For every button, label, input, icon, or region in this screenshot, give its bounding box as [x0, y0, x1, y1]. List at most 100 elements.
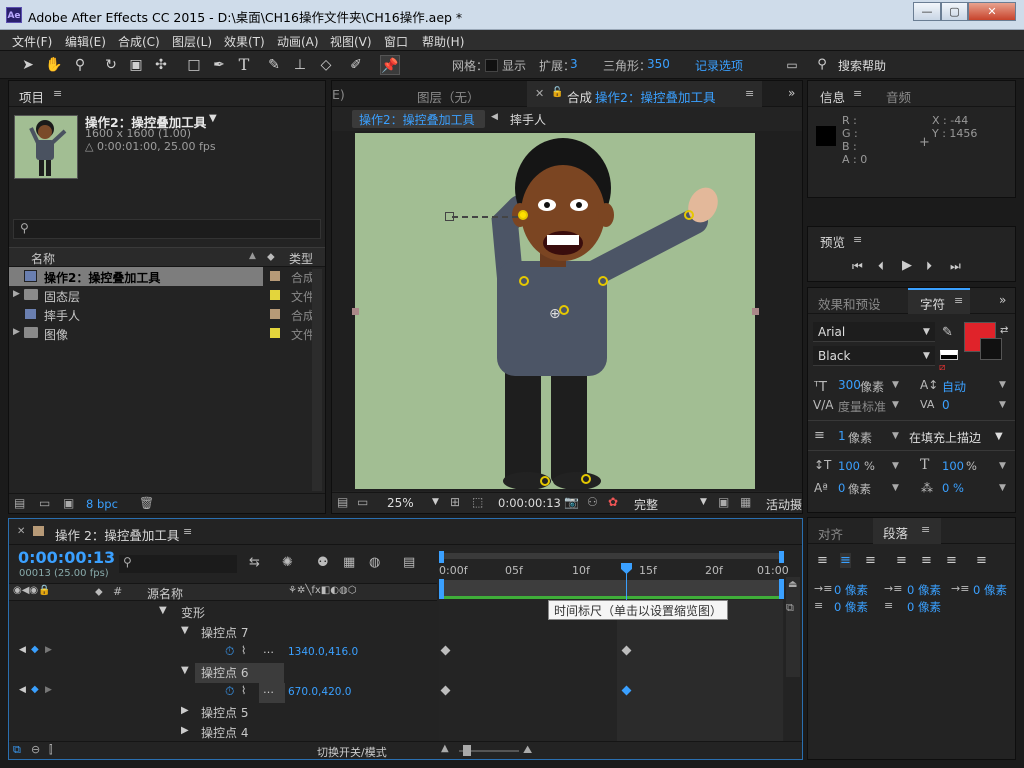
record-options-button[interactable]: 记录选项	[695, 57, 743, 74]
timeline-search-field[interactable]: ⚲	[119, 555, 237, 573]
chevron-down-icon[interactable]: ▼	[999, 400, 1006, 410]
space-after-value[interactable]: 0 像素	[907, 599, 941, 615]
expand-arrow-icon[interactable]: ▶	[13, 327, 20, 337]
resolution-select[interactable]: 完整	[634, 496, 658, 513]
interpret-footage-icon[interactable]: ▤	[14, 496, 25, 510]
zoom-in-icon[interactable]: ⛰	[523, 743, 532, 757]
label-column-icon[interactable]: ⬥	[267, 250, 275, 264]
grid-checkbox[interactable]	[485, 59, 498, 72]
breadcrumb-active[interactable]: 操作2：操控叠加工具	[352, 110, 485, 128]
roto-brush-tool-icon[interactable]: ✐	[346, 55, 366, 75]
keyframe-icon[interactable]: ◆	[31, 644, 39, 655]
table-row[interactable]: ◀ ◆ ▶ ⏱ ⌇ … 1340.0,416.0	[19, 643, 447, 663]
expand-arrow-icon[interactable]: ▶	[13, 289, 20, 299]
align-left-icon[interactable]: ≡	[817, 553, 828, 568]
brush-tool-icon[interactable]: ✎	[264, 55, 284, 75]
puppet-pin[interactable]	[598, 276, 608, 286]
chevron-down-icon[interactable]: ▼	[999, 461, 1006, 471]
tab-paragraph[interactable]: 段落 ≡	[873, 518, 941, 544]
panel-menu-icon[interactable]: ≡	[745, 87, 754, 100]
next-keyframe-icon[interactable]: ▶	[45, 685, 52, 695]
color-channels-icon[interactable]: ✿	[608, 495, 618, 509]
motion-blur-icon[interactable]: ◍	[369, 555, 380, 570]
table-row[interactable]: ▼ 变形	[19, 603, 447, 623]
lock-icon[interactable]: 🔓	[551, 87, 563, 98]
expand-arrow-icon[interactable]: ▼	[159, 605, 167, 616]
panel-menu-icon[interactable]: ≡	[853, 87, 862, 100]
panel-menu-icon[interactable]: ≡	[921, 523, 930, 536]
leading-value[interactable]: 自动	[942, 378, 966, 395]
close-tab-icon[interactable]: ✕	[17, 526, 25, 537]
draft-3d-icon[interactable]: ✺	[282, 555, 293, 570]
label-color-swatch[interactable]	[270, 290, 280, 300]
work-area-start[interactable]	[439, 579, 444, 599]
timeline-zoom-icon[interactable]: ⏏	[788, 579, 797, 590]
swap-colors-icon[interactable]: ⇄	[1000, 325, 1008, 336]
indent-right-value[interactable]: 0 像素	[973, 582, 1007, 598]
timeline-scrollbar[interactable]	[786, 577, 800, 677]
selection-tool-icon[interactable]: ➤	[18, 55, 38, 75]
play-icon[interactable]: ▶	[902, 258, 912, 273]
layer-handle-left[interactable]	[352, 308, 359, 315]
timeline-track-area[interactable]: 0:00f 05f 10f 15f 20f 01:00	[439, 549, 789, 741]
next-frame-icon[interactable]: ⏵	[926, 259, 932, 274]
clone-stamp-tool-icon[interactable]: ⊥	[290, 55, 310, 75]
tab-align[interactable]: 对齐	[818, 524, 843, 543]
menu-animation[interactable]: 动画(A)	[277, 33, 319, 50]
stroke-width-value[interactable]: 1	[838, 429, 846, 443]
hand-tool-icon[interactable]: ✋	[44, 55, 64, 75]
stroke-color-swatch[interactable]	[980, 338, 1002, 360]
puppet-pin[interactable]	[519, 276, 529, 286]
navigator-end-handle[interactable]	[779, 551, 784, 563]
anchor-point-icon[interactable]: ⊕	[549, 306, 561, 322]
layer-switches-toggle-icon[interactable]: ⧉	[13, 743, 21, 757]
chevron-down-icon[interactable]: ▼	[892, 483, 899, 493]
list-item[interactable]: ▶ 图像	[9, 324, 331, 343]
puppet-pin-position-value[interactable]: 670.0,420.0	[288, 686, 351, 698]
work-area-end[interactable]	[779, 579, 784, 599]
roi-icon[interactable]: ▣	[718, 495, 729, 509]
space-before-value[interactable]: 0 像素	[834, 599, 868, 615]
puppet-pin[interactable]	[684, 210, 694, 220]
viewer-timecode[interactable]: 0:00:00:13	[498, 496, 561, 510]
justify-right-icon[interactable]: ≡	[946, 553, 957, 568]
active-camera-select[interactable]: 活动摄	[766, 496, 802, 513]
chevron-down-icon[interactable]: ▼	[999, 483, 1006, 493]
panel-menu-icon[interactable]: ≡	[954, 294, 963, 307]
timeline-timecode[interactable]: 0:00:00:13	[18, 548, 115, 567]
puppet-pin-tool-icon[interactable]: 📌	[380, 55, 400, 75]
graph-editor-icon[interactable]: ▤	[403, 555, 415, 570]
align-right-icon[interactable]: ≡	[865, 553, 876, 568]
zoom-tool-icon[interactable]: ⚲	[70, 55, 90, 75]
chevron-down-icon[interactable]: ▼	[892, 400, 899, 410]
justify-left-icon[interactable]: ≡	[896, 553, 907, 568]
tab-layer[interactable]: 图层（无）	[417, 87, 480, 106]
project-scrollbar[interactable]	[312, 269, 322, 491]
label-color-swatch[interactable]	[270, 271, 280, 281]
type-tool-icon[interactable]: T	[234, 55, 254, 75]
justify-all-icon[interactable]: ≡	[976, 553, 987, 568]
menu-help[interactable]: 帮助(H)	[422, 33, 464, 50]
tab-project[interactable]: 项目	[19, 87, 44, 106]
table-row[interactable]: ▼ 操控点 6	[19, 663, 447, 683]
menu-layer[interactable]: 图层(L)	[172, 33, 212, 50]
tab-timeline[interactable]: 操作 2：操控叠加工具	[55, 525, 179, 544]
close-tab-icon[interactable]: ✕	[535, 87, 544, 100]
puppet-pin[interactable]	[540, 476, 550, 486]
comp-mini-flowchart-icon[interactable]: ⇆	[249, 555, 260, 570]
indent-left-value[interactable]: 0 像素	[834, 582, 868, 598]
pen-tool-icon[interactable]: ✒	[209, 55, 229, 75]
no-color-icon[interactable]: ⧄	[939, 362, 945, 373]
kerning-value[interactable]: 度量标准	[838, 398, 886, 415]
puppet-pin[interactable]	[518, 210, 528, 220]
label-column-icon[interactable]: ⬥	[95, 585, 103, 599]
expand-arrow-icon[interactable]: ▶	[181, 725, 189, 736]
justify-center-icon[interactable]: ≡	[921, 553, 932, 568]
trash-icon[interactable]: 🗑	[139, 496, 154, 510]
puppet-pin[interactable]	[581, 474, 591, 484]
chevron-down-icon[interactable]: ▼	[999, 380, 1006, 390]
av-switches-icon[interactable]: ◉◀◉🔒	[13, 585, 51, 596]
panel-menu-icon[interactable]: ≡	[183, 525, 192, 538]
timeline-zoom-thumb[interactable]	[463, 745, 471, 756]
menu-view[interactable]: 视图(V)	[330, 33, 372, 50]
